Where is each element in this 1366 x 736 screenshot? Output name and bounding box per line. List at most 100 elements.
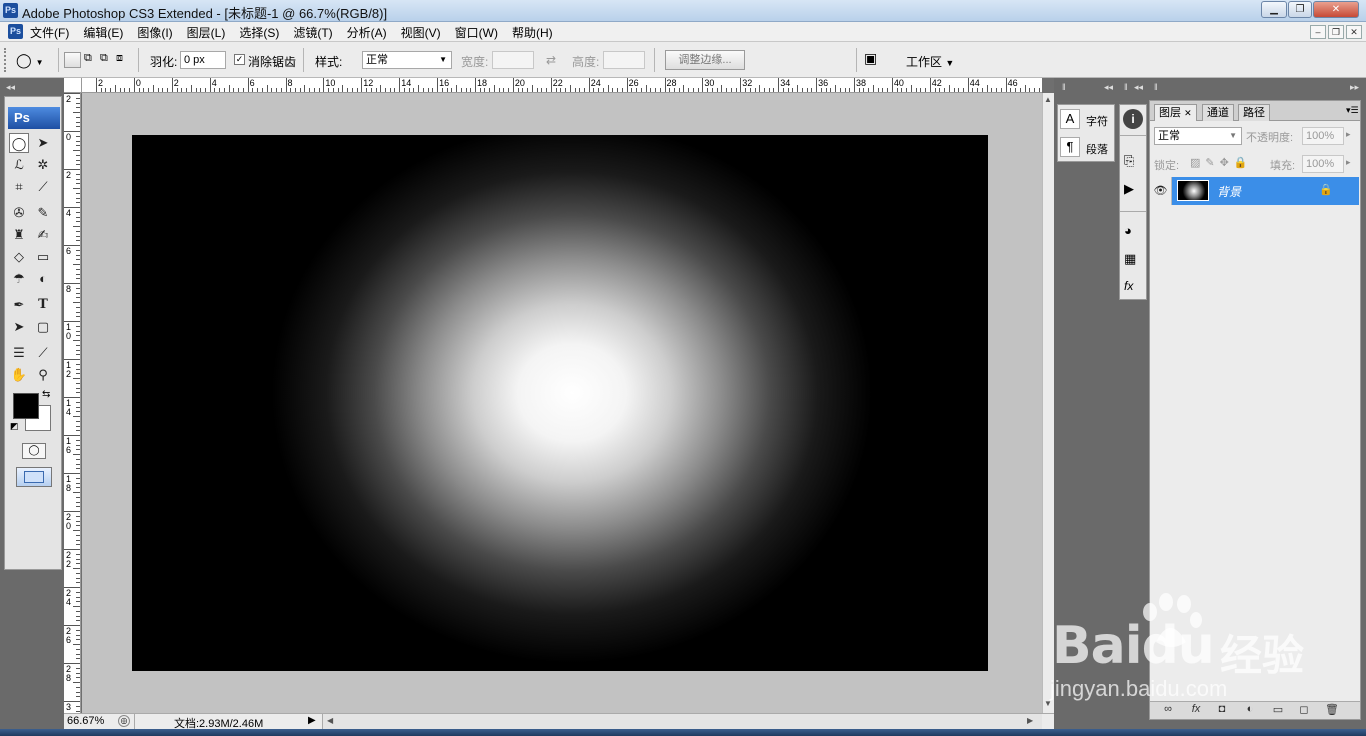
doc-restore-button[interactable]: ❐ [1328,25,1344,39]
paragraph-panel-label[interactable]: 段落 [1086,141,1108,157]
crop-tool-icon[interactable]: ⌗ [9,177,29,197]
fill-arrow-icon[interactable]: ▸ [1346,157,1351,168]
options-grip[interactable] [4,48,10,72]
styles-icon[interactable]: fx [1124,279,1133,293]
canvas-workspace[interactable] [82,93,1042,713]
workspace-menu[interactable]: 工作区 ▼ [906,53,954,70]
default-colors-icon[interactable]: ◩ [10,421,19,432]
foreground-color-swatch[interactable] [13,393,39,419]
delete-layer-icon[interactable]: 🗑 [1324,703,1340,716]
elliptical-marquee-preset-picker[interactable]: ◯ ▼ [16,50,54,70]
vertical-scrollbar[interactable]: ▲ ▼ [1042,93,1054,713]
magic-wand-tool-icon[interactable]: ✲ [33,155,53,175]
rectangle-shape-tool-icon[interactable]: ▢ [33,317,53,337]
horizontal-scrollbar[interactable]: ◀ ▶ [322,714,1042,729]
visibility-eye-icon[interactable]: 👁 [1150,177,1172,205]
subtract-selection-icon[interactable]: ⧉ [100,52,114,68]
tab-channels[interactable]: 通道 [1202,104,1234,121]
dock-grip-icon[interactable]: ‖ [1124,82,1128,92]
doc-minimize-button[interactable]: – [1310,25,1326,39]
clone-stamp-tool-icon[interactable]: ♜ [9,225,29,245]
new-layer-icon[interactable]: ◻ [1296,703,1312,716]
collapse-toolbox-icon[interactable]: ◂◂ [6,82,15,93]
swap-colors-icon[interactable]: ⇆ [42,389,50,400]
adjustment-layer-icon[interactable]: ◐ [1242,703,1258,715]
collapse-dock-icon[interactable]: ◂◂ [1134,82,1143,93]
menu-item[interactable]: 帮助(H) [512,24,553,41]
slice-tool-icon[interactable]: ⟋ [33,177,53,197]
tab-paths[interactable]: 路径 [1238,104,1270,121]
swap-dimensions-icon[interactable]: ⇄ [546,53,556,67]
zoom-level[interactable]: 66.67% [67,715,104,727]
layer-style-icon[interactable]: fx [1188,703,1204,715]
menu-item[interactable]: 滤镜(T) [293,24,332,41]
elliptical-marquee-tool-icon[interactable]: ◯ [9,133,29,153]
dodge-tool-icon[interactable]: ◐ [33,269,53,289]
info-icon[interactable]: i [1123,109,1143,129]
opacity-arrow-icon[interactable]: ▸ [1346,129,1351,140]
eraser-tool-icon[interactable]: ◇ [9,247,29,267]
actions-icon[interactable]: ▶ [1124,181,1134,197]
close-icon[interactable]: ✕ [1184,108,1192,118]
height-input[interactable] [603,51,645,69]
panel-menu-icon[interactable]: ▾☰ [1346,105,1359,116]
spot-healing-tool-icon[interactable]: ✇ [9,203,29,223]
type-tool-icon[interactable]: T [33,295,53,315]
bridge-icon[interactable]: ▣ [864,50,888,70]
zoom-tool-icon[interactable]: ⚲ [33,365,53,385]
collapse-dock-icon[interactable]: ◂◂ [1104,82,1113,93]
blur-tool-icon[interactable]: ☂ [9,269,29,289]
fill-input[interactable]: 100% [1302,155,1344,173]
status-info-icon[interactable]: ◎ [118,715,130,727]
scroll-down-icon[interactable]: ▼ [1044,699,1052,708]
screen-mode-icon[interactable] [16,467,52,487]
antialias-checkbox[interactable]: ✓ [234,54,245,65]
feather-input[interactable]: 0 px [180,51,226,69]
paragraph-icon[interactable]: ¶ [1060,137,1080,157]
doc-close-button[interactable]: ✕ [1346,25,1362,39]
lasso-tool-icon[interactable]: ℒ [9,155,29,175]
maximize-button[interactable]: ❐ [1288,1,1312,18]
path-selection-tool-icon[interactable]: ➤ [9,317,29,337]
opacity-input[interactable]: 100% [1302,127,1344,145]
history-brush-tool-icon[interactable]: ✍ [33,225,53,245]
scroll-right-icon[interactable]: ▶ [1027,716,1033,725]
width-input[interactable] [492,51,534,69]
history-icon[interactable]: ⎘ [1124,153,1134,169]
status-menu-arrow-icon[interactable]: ▶ [308,715,316,726]
new-group-icon[interactable]: ▭ [1270,703,1286,716]
hand-tool-icon[interactable]: ✋ [9,365,29,385]
dock-grip-icon[interactable]: ‖ [1062,82,1066,92]
style-select[interactable]: 正常 ▼ [362,51,452,69]
minimize-button[interactable]: ▁ [1261,1,1287,18]
notes-tool-icon[interactable]: ☰ [9,343,29,363]
expand-dock-icon[interactable]: ▸▸ [1350,82,1359,93]
lock-options-icon[interactable]: ▨✎✥🔒 [1190,156,1253,169]
dock-grip-icon[interactable]: ‖ [1154,82,1158,92]
character-icon[interactable]: A [1060,109,1080,129]
add-to-selection-icon[interactable]: ⧉ [84,52,98,68]
refine-edge-button[interactable]: 调整边缘... [665,50,745,70]
close-button[interactable]: ✕ [1313,1,1359,18]
menu-item[interactable]: 编辑(E) [83,24,123,41]
gradient-tool-icon[interactable]: ▭ [33,247,53,267]
swatches-icon[interactable]: ▦ [1124,251,1136,267]
quick-mask-icon[interactable]: ◯ [22,443,46,459]
layer-row-background[interactable]: 👁 背景 🔒 [1150,177,1359,205]
scroll-up-icon[interactable]: ▲ [1044,95,1052,104]
menu-item[interactable]: 图像(I) [137,24,172,41]
menu-item[interactable]: 文件(F) [30,24,69,41]
menu-item[interactable]: 选择(S) [239,24,279,41]
tab-layers[interactable]: 图层 ✕ [1154,104,1197,121]
character-panel-label[interactable]: 字符 [1086,113,1108,129]
color-palette-icon[interactable]: ◕ [1124,223,1132,238]
menu-item[interactable]: 视图(V) [401,24,441,41]
menu-item[interactable]: 图层(L) [187,24,226,41]
eyedropper-tool-icon[interactable]: ⟋ [33,343,53,363]
pen-tool-icon[interactable]: ✒ [9,295,29,315]
layer-mask-icon[interactable]: ◘ [1214,703,1230,715]
scroll-left-icon[interactable]: ◀ [327,716,333,725]
blend-mode-select[interactable]: 正常 ▼ [1154,127,1242,145]
link-layers-icon[interactable]: ∞ [1160,703,1176,715]
brush-tool-icon[interactable]: ✎ [33,203,53,223]
